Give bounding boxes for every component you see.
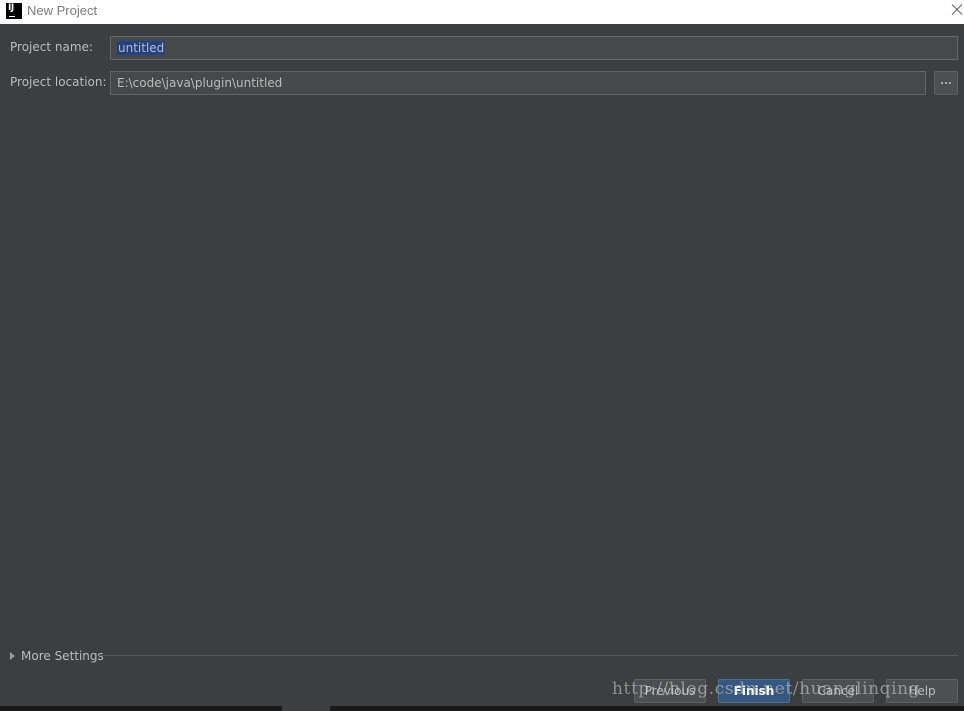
project-name-field[interactable]: untitled — [110, 36, 958, 60]
taskbar-edge — [330, 706, 964, 711]
help-button[interactable]: Help — [886, 679, 958, 703]
taskbar-edge — [0, 706, 282, 711]
chevron-right-icon — [10, 652, 15, 660]
project-location-field[interactable]: E:\code\java\plugin\untitled — [110, 71, 926, 95]
project-name-label: Project name: — [10, 40, 93, 54]
title-bar: IJ New Project — [0, 0, 964, 24]
cancel-button[interactable]: Cancel — [802, 679, 874, 703]
finish-button[interactable]: Finish — [718, 679, 790, 703]
more-settings-label: More Settings — [21, 649, 104, 663]
previous-button[interactable]: Previous — [634, 679, 706, 703]
project-location-label: Project location: — [10, 75, 107, 89]
taskbar-edge-gap — [282, 706, 330, 711]
window-title: New Project — [27, 3, 98, 18]
close-icon[interactable] — [948, 0, 964, 20]
project-name-value: untitled — [117, 41, 166, 55]
divider — [99, 655, 958, 656]
browse-button[interactable]: ... — [934, 71, 958, 95]
intellij-logo-icon: IJ — [6, 3, 22, 19]
